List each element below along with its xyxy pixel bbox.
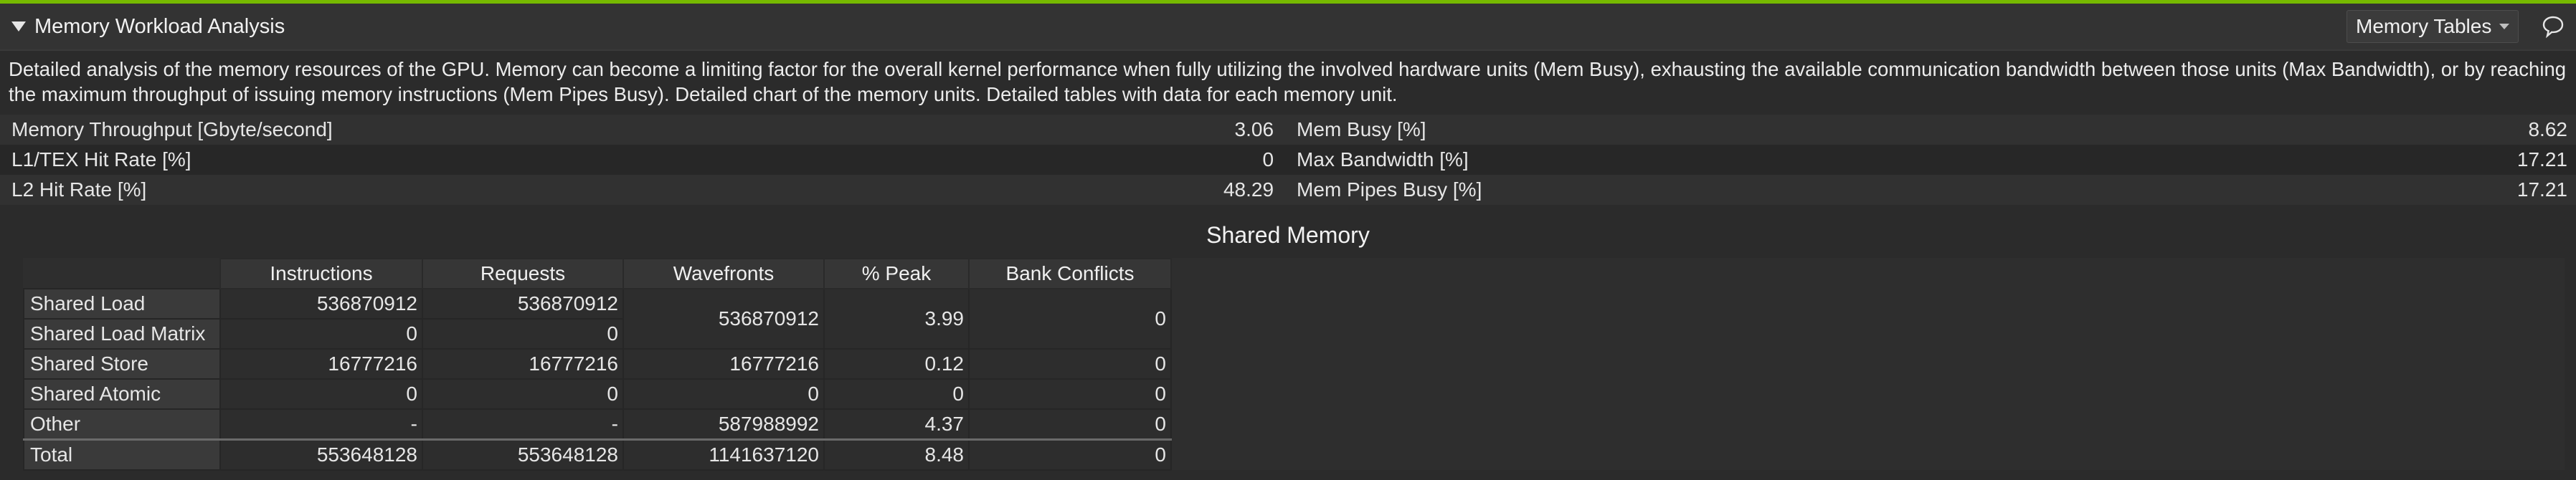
metric-value: 3.06: [1234, 118, 1274, 140]
metric-value: 17.21: [2516, 148, 2567, 171]
column-header[interactable]: % Peak: [823, 258, 970, 289]
metrics-table: Memory Throughput [Gbyte/second] 3.06 Me…: [0, 115, 2576, 205]
metric-value: 17.21: [2516, 178, 2567, 201]
shared-memory-panel: Instructions Requests Wavefronts % Peak …: [23, 258, 2565, 471]
requests-cell: -: [422, 408, 624, 441]
table-total-row: Total 553648128 553648128 1141637120 8.4…: [23, 438, 1172, 471]
metric-row: Memory Throughput [Gbyte/second] 3.06 Me…: [0, 115, 2576, 145]
instructions-cell: 0: [219, 378, 423, 410]
requests-cell: 536870912: [422, 288, 624, 320]
section-description: Detailed analysis of the memory resource…: [9, 58, 2567, 105]
peak-cell: 8.48: [823, 438, 970, 471]
instructions-cell: 16777216: [219, 348, 423, 380]
metric-label: L1/TEX Hit Rate [%]: [11, 148, 191, 171]
bank-conflicts-cell: 0: [968, 408, 1172, 441]
wavefronts-cell: 0: [622, 378, 825, 410]
section-header[interactable]: Memory Workload Analysis Memory Tables: [0, 4, 2576, 51]
table-row: Other - - 587988992 4.37 0: [23, 408, 1172, 441]
speech-bubble-icon[interactable]: [2540, 14, 2566, 39]
metric-row: L2 Hit Rate [%] 48.29 Mem Pipes Busy [%]…: [0, 175, 2576, 205]
view-select-dropdown[interactable]: Memory Tables: [2347, 10, 2519, 43]
wavefronts-cell: 587988992: [622, 408, 825, 441]
metric-label: Mem Busy [%]: [1297, 118, 1426, 140]
instructions-cell: 536870912: [219, 288, 423, 320]
triangle-down-icon: [11, 21, 26, 32]
column-header[interactable]: Instructions: [219, 258, 423, 289]
row-header: Other: [23, 408, 221, 441]
column-header[interactable]: Requests: [422, 258, 624, 289]
metric-value: 8.62: [2528, 118, 2567, 140]
metric-label: Max Bandwidth [%]: [1297, 148, 1469, 171]
requests-cell: 0: [422, 318, 624, 350]
collapse-toggle[interactable]: [4, 4, 33, 49]
bank-conflicts-cell: 0: [968, 378, 1172, 410]
column-header[interactable]: Wavefronts: [622, 258, 825, 289]
bank-conflicts-cell: 0: [968, 438, 1172, 471]
table-row: Shared Atomic 0 0 0 0 0: [23, 378, 1172, 410]
requests-cell: 553648128: [422, 438, 624, 471]
peak-cell: 0.12: [823, 348, 970, 380]
column-header[interactable]: Bank Conflicts: [968, 258, 1172, 289]
metric-row: L1/TEX Hit Rate [%] 0 Max Bandwidth [%] …: [0, 145, 2576, 175]
wavefronts-cell: 536870912: [622, 288, 825, 350]
table-row: Shared Load 536870912 536870912 53687091…: [23, 288, 1172, 350]
bank-conflicts-cell: 0: [968, 348, 1172, 380]
shared-memory-table: Instructions Requests Wavefronts % Peak …: [23, 258, 1172, 471]
row-header: Shared Atomic: [23, 378, 221, 410]
instructions-cell: -: [219, 408, 423, 441]
peak-cell: 0: [823, 378, 970, 410]
metric-value: 0: [1262, 148, 1274, 171]
wavefronts-cell: 16777216: [622, 348, 825, 380]
metric-label: Mem Pipes Busy [%]: [1297, 178, 1482, 201]
table-row: Shared Store 16777216 16777216 16777216 …: [23, 348, 1172, 380]
instructions-cell: 0: [219, 318, 423, 350]
section-title: Memory Workload Analysis: [34, 14, 285, 38]
requests-cell: 16777216: [422, 348, 624, 380]
wavefronts-cell: 1141637120: [622, 438, 825, 471]
row-header: Shared Load Matrix: [23, 318, 221, 350]
view-select-value: Memory Tables: [2356, 15, 2492, 37]
peak-cell: 3.99: [823, 288, 970, 350]
row-header: Total: [23, 438, 221, 471]
metric-label: Memory Throughput [Gbyte/second]: [11, 118, 333, 140]
corner-cell: [24, 259, 220, 289]
shared-memory-title: Shared Memory: [1206, 222, 1370, 248]
peak-cell: 4.37: [823, 408, 970, 441]
row-header: Shared Load: [23, 288, 221, 320]
bank-conflicts-cell: 0: [968, 288, 1172, 350]
row-header: Shared Store: [23, 348, 221, 380]
chevron-down-icon: [2499, 24, 2509, 29]
metric-label: L2 Hit Rate [%]: [11, 178, 147, 201]
requests-cell: 0: [422, 378, 624, 410]
instructions-cell: 553648128: [219, 438, 423, 471]
metric-value: 48.29: [1223, 178, 1274, 201]
table-header-row: Instructions Requests Wavefronts % Peak …: [24, 258, 1172, 289]
